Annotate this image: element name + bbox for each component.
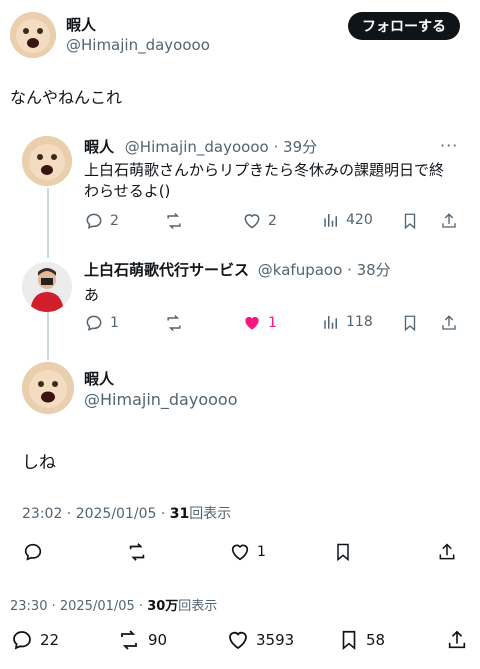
- bookmark-button[interactable]: 58: [338, 628, 385, 652]
- views-icon: [322, 313, 340, 331]
- thread-line: [47, 312, 49, 360]
- reply-button[interactable]: 22: [10, 628, 59, 652]
- bookmark-icon: [401, 211, 419, 231]
- share-button[interactable]: [446, 628, 468, 652]
- main-timestamp: 23:30 · 2025/01/05 · 30万回表示: [10, 595, 217, 614]
- reply-count: 1: [110, 315, 119, 331]
- retweet-icon: [163, 313, 185, 333]
- avatar[interactable]: [10, 12, 56, 58]
- more-icon[interactable]: ···: [440, 136, 458, 155]
- retweet-button[interactable]: 90: [116, 628, 167, 652]
- cat-avatar-icon: [22, 362, 74, 414]
- retweet-button[interactable]: [163, 313, 185, 333]
- reply2-display-name[interactable]: 上白石萌歌代行サービス: [84, 261, 249, 279]
- avatar[interactable]: [22, 262, 72, 312]
- bookmark-button[interactable]: [401, 313, 419, 333]
- reply2-time[interactable]: · 38分: [347, 261, 391, 279]
- reply-count: 2: [110, 213, 119, 229]
- reply-icon: [84, 313, 104, 333]
- reply3-views-suffix: 回表示: [189, 506, 232, 522]
- retweet-icon: [116, 628, 142, 652]
- avatar[interactable]: [22, 136, 72, 186]
- retweet-count: 90: [148, 631, 168, 649]
- reply3-text: しね: [22, 453, 56, 473]
- bookmark-count: 58: [366, 631, 386, 649]
- reply1-time[interactable]: · 39分: [273, 138, 317, 156]
- cat-avatar-icon: [22, 136, 72, 186]
- reply1-header: 暇人 @Himajin_dayoooo · 39分: [84, 136, 317, 157]
- retweet-button[interactable]: [163, 211, 185, 231]
- share-icon: [437, 541, 457, 563]
- bookmark-icon: [338, 628, 360, 652]
- reply3-timestamp: 23:02 · 2025/01/05 · 31回表示: [22, 503, 231, 523]
- retweet-icon: [163, 211, 185, 231]
- reply-count: 22: [40, 631, 60, 649]
- main-display-name[interactable]: 暇人: [66, 14, 96, 35]
- heart-icon: [226, 628, 250, 652]
- main-tweet-text: なんやねんこれ: [10, 88, 123, 107]
- heart-filled-icon: [242, 313, 262, 333]
- thread-line: [47, 188, 49, 258]
- views-button[interactable]: 118: [322, 313, 373, 331]
- share-button[interactable]: [440, 313, 458, 333]
- share-button[interactable]: [437, 541, 457, 563]
- like-count: 3593: [256, 631, 295, 649]
- like-button-active[interactable]: 1: [242, 313, 277, 333]
- reply-button[interactable]: 2: [84, 211, 119, 231]
- avatar[interactable]: [22, 362, 74, 414]
- heart-icon: [229, 541, 251, 563]
- retweet-icon: [125, 541, 149, 563]
- like-button[interactable]: 1: [229, 541, 266, 563]
- reply1-handle[interactable]: @Himajin_dayoooo: [125, 138, 269, 156]
- like-button[interactable]: 2: [242, 211, 277, 231]
- cat-avatar-icon: [10, 12, 56, 58]
- share-icon: [440, 211, 458, 231]
- main-views-suffix: 回表示: [178, 599, 218, 614]
- main-time[interactable]: 23:30 · 2025/01/05 ·: [10, 599, 147, 614]
- reply2-header: 上白石萌歌代行サービス @kafupaoo · 38分: [84, 259, 391, 280]
- reply2-text: あ: [84, 286, 100, 304]
- retweet-button[interactable]: [125, 541, 149, 563]
- reply3-time[interactable]: 23:02 · 2025/01/05 ·: [22, 506, 170, 522]
- reply3-display-name[interactable]: 暇人: [84, 368, 114, 389]
- reply-icon: [22, 541, 44, 563]
- bookmark-button[interactable]: [333, 541, 353, 563]
- like-button[interactable]: 3593: [226, 628, 294, 652]
- heart-icon: [242, 211, 262, 231]
- like-count: 1: [257, 544, 266, 560]
- views-count: 420: [346, 212, 373, 228]
- share-button[interactable]: [440, 211, 458, 231]
- bookmark-button[interactable]: [401, 211, 419, 231]
- views-button[interactable]: 420: [322, 211, 373, 229]
- main-views-count: 30万: [147, 599, 179, 614]
- reply-icon: [84, 211, 104, 231]
- reply2-handle[interactable]: @kafupaoo: [258, 261, 342, 279]
- bookmark-icon: [401, 313, 419, 333]
- reply1-text: 上白石萌歌さんからリプきたら冬休みの課題明日で終わらせるよ(): [84, 161, 445, 200]
- reply3-handle[interactable]: @Himajin_dayoooo: [84, 390, 237, 409]
- follow-button[interactable]: フォローする: [348, 12, 460, 40]
- share-icon: [446, 628, 468, 652]
- reply-button[interactable]: [22, 541, 44, 563]
- reply-icon: [10, 628, 34, 652]
- views-count: 118: [346, 314, 373, 330]
- main-handle[interactable]: @Himajin_dayoooo: [66, 36, 210, 54]
- reply-button[interactable]: 1: [84, 313, 119, 333]
- share-icon: [440, 313, 458, 333]
- bookmark-icon: [333, 541, 353, 563]
- views-icon: [322, 211, 340, 229]
- like-count: 2: [268, 213, 277, 229]
- like-count: 1: [268, 315, 277, 331]
- reply3-views-count: 31: [169, 506, 190, 522]
- person-avatar-icon: [22, 262, 72, 312]
- reply1-display-name[interactable]: 暇人: [84, 138, 114, 156]
